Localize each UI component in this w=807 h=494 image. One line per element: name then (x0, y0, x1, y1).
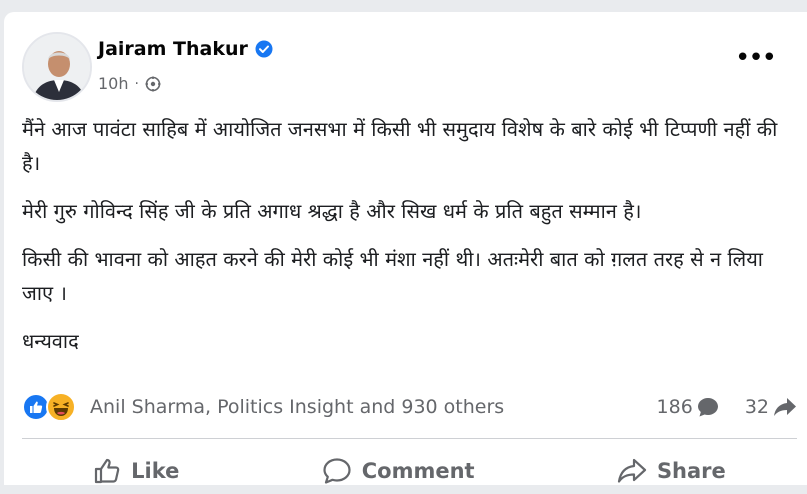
comment-bubble-icon (697, 398, 718, 417)
reactions-bar: Anil Sharma, Politics Insight and 930 ot… (22, 392, 797, 422)
comment-icon (323, 458, 351, 484)
share-label: Share (656, 459, 726, 483)
comment-label: Comment (361, 459, 475, 483)
post-paragraph-4: धन्यवाद (22, 329, 79, 353)
post-card: Jairam Thakur 10h · ••• मैंने आज पावंटा … (4, 12, 807, 485)
share-count-value: 32 (744, 396, 769, 418)
engagement-counts: 186 32 (657, 396, 797, 418)
reaction-names[interactable]: Anil Sharma, Politics Insight and 930 ot… (90, 396, 504, 418)
post-meta: 10h · (98, 74, 161, 93)
comment-button[interactable]: Comment (292, 453, 505, 489)
share-icon (617, 458, 647, 483)
author-name[interactable]: Jairam Thakur (98, 38, 248, 60)
share-button[interactable]: Share (587, 453, 756, 489)
meta-separator: · (134, 75, 139, 92)
post-paragraph-1: मैंने आज पावंटा साहिब में आयोजित जनसभा म… (22, 117, 778, 175)
avatar[interactable] (22, 32, 92, 102)
audience-public-icon[interactable] (145, 76, 161, 92)
post-body: मैंने आज पावंटा साहिब में आयोजित जनसभा म… (22, 112, 792, 372)
comment-count-value: 186 (656, 396, 693, 418)
more-options-icon[interactable]: ••• (735, 45, 777, 71)
author-line: Jairam Thakur (98, 38, 273, 60)
action-divider (22, 438, 797, 439)
profile-photo-icon (24, 34, 90, 100)
action-bar: Like Comment Share (22, 448, 797, 494)
post-paragraph-3: किसी की भावना को आहत करने की मेरी कोई भी… (22, 247, 763, 305)
share-count[interactable]: 32 (745, 396, 797, 418)
like-label: Like (131, 459, 180, 483)
post-paragraph-2: मेरी गुरु गोविन्द सिंह जी के प्रति अगाध … (22, 199, 642, 223)
share-arrow-icon (774, 398, 796, 416)
like-button[interactable]: Like (63, 453, 209, 489)
verified-badge-icon (255, 40, 273, 58)
post-timestamp[interactable]: 10h (98, 74, 129, 93)
reaction-icons[interactable] (22, 392, 88, 422)
thumbs-up-icon (95, 458, 120, 484)
haha-reaction-icon (46, 392, 76, 422)
comment-count[interactable]: 186 (657, 396, 719, 418)
